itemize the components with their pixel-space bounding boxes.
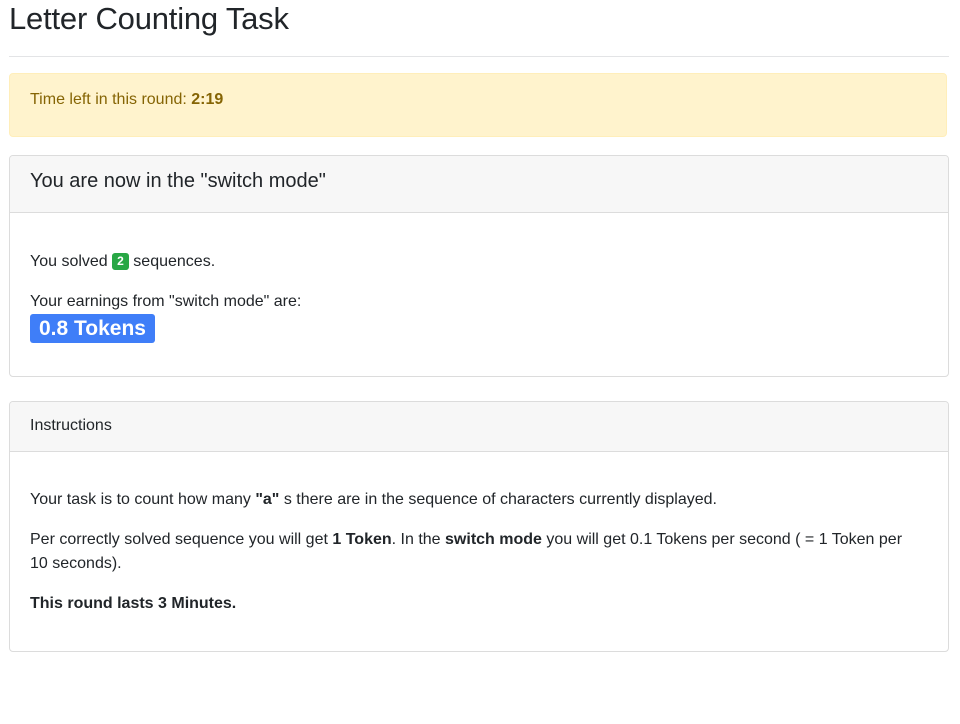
instruction-line-2-rest: you will get 0.1 Tokens per second ( = 1… bbox=[546, 531, 903, 548]
instruction-line-3: This round lasts 3 Minutes. bbox=[30, 592, 928, 616]
switch-mode-header: You are now in the "switch mode" bbox=[10, 156, 948, 213]
timer-alert: Time left in this round: 2:19 bbox=[9, 73, 947, 137]
instructions-card: Instructions Your task is to count how m… bbox=[9, 401, 949, 652]
page: Letter Counting Task Time left in this r… bbox=[0, 0, 960, 724]
timer-value: 2:19 bbox=[191, 91, 224, 108]
switch-mode-card: You are now in the "switch mode" You sol… bbox=[9, 155, 949, 377]
solved-line: You solved 2 sequences. bbox=[30, 250, 928, 274]
switch-mode-term: switch mode bbox=[445, 531, 542, 548]
instruction-line-2-mid: . In the bbox=[391, 531, 441, 548]
instruction-line-1-suffix: s there are in the sequence of character… bbox=[283, 491, 717, 508]
instruction-line-1: Your task is to count how many "a" s the… bbox=[30, 488, 928, 512]
reward-amount: 1 Token bbox=[332, 531, 392, 548]
round-duration: This round lasts 3 Minutes. bbox=[30, 595, 237, 612]
instructions-body: Your task is to count how many "a" s the… bbox=[10, 488, 948, 616]
earnings-badge: 0.8 Tokens bbox=[30, 314, 155, 343]
earnings-label: Your earnings from "switch mode" are: bbox=[30, 293, 302, 310]
page-title: Letter Counting Task bbox=[9, 1, 289, 36]
switch-mode-body: You solved 2 sequences. Your earnings fr… bbox=[10, 250, 948, 343]
header-divider bbox=[9, 56, 949, 57]
earnings-row: 0.8 Tokens bbox=[30, 314, 928, 343]
timer-label: Time left in this round: bbox=[30, 91, 187, 108]
solved-prefix: You solved bbox=[30, 253, 108, 270]
solved-suffix: sequences. bbox=[133, 253, 216, 270]
instruction-line-2-prefix: Per correctly solved sequence you will g… bbox=[30, 531, 328, 548]
instructions-header: Instructions bbox=[10, 402, 948, 452]
instruction-line-2: Per correctly solved sequence you will g… bbox=[30, 528, 928, 576]
solved-count-badge: 2 bbox=[112, 253, 129, 270]
instruction-line-2-cont: 10 seconds). bbox=[30, 555, 122, 572]
target-letter: "a" bbox=[255, 491, 280, 508]
instruction-line-1-prefix: Your task is to count how many bbox=[30, 491, 251, 508]
